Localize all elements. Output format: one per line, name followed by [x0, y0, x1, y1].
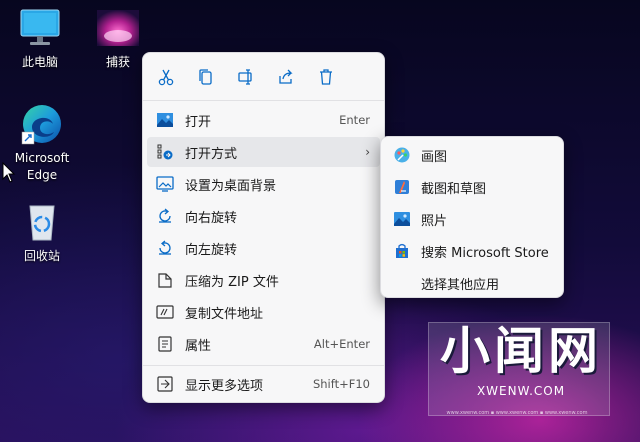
rotate-right-icon: [155, 206, 175, 226]
submenu-item-label: 选择其他应用: [421, 277, 500, 293]
chevron-right-icon: ›: [365, 145, 370, 159]
submenu-item-label: 搜索 Microsoft Store: [421, 245, 549, 261]
monitor-icon: [18, 6, 62, 50]
desktop-icon-capture[interactable]: 捕获: [86, 6, 150, 71]
submenu-item-snip-sketch[interactable]: 截图和草图: [385, 172, 559, 202]
menu-item-shortcut: Alt+Enter: [313, 337, 370, 351]
menu-item-properties[interactable]: 属性 Alt+Enter: [147, 329, 380, 359]
menu-item-label: 显示更多选项: [185, 378, 264, 394]
submenu-item-choose-other-app[interactable]: 选择其他应用: [385, 268, 559, 298]
rename-button[interactable]: [234, 65, 258, 89]
menu-separator: [143, 365, 384, 366]
menu-item-rotate-right[interactable]: 向右旋转: [147, 201, 380, 231]
open-with-icon: [155, 142, 175, 162]
menu-item-copy-path[interactable]: 复制文件地址: [147, 297, 380, 327]
copy-icon: [199, 69, 212, 85]
rename-icon: [238, 69, 252, 85]
copy-path-icon: [155, 302, 175, 322]
submenu-item-paint[interactable]: 画图: [385, 140, 559, 170]
desktop-icon-edge[interactable]: Microsoft Edge: [10, 102, 74, 184]
context-menu-toolbar: [143, 53, 384, 99]
snip-sketch-icon: [395, 180, 409, 194]
submenu-item-label: 照片: [421, 213, 448, 229]
desktop-icon-label: 捕获: [105, 55, 130, 69]
rotate-left-icon: [155, 238, 175, 258]
submenu-item-store[interactable]: 搜索 Microsoft Store: [385, 236, 559, 266]
share-button[interactable]: [274, 65, 298, 89]
watermark-fine-print: www.xwenw.com ▪ www.xwenw.com ▪ www.xwen…: [446, 410, 588, 416]
desktop-icon-label: Microsoft Edge: [14, 151, 70, 182]
edge-icon: [20, 102, 64, 146]
delete-button[interactable]: [314, 65, 338, 89]
menu-item-rotate-left[interactable]: 向左旋转: [147, 233, 380, 263]
menu-item-label: 压缩为 ZIP 文件: [185, 274, 279, 290]
desktop-icon-recycle-bin[interactable]: 回收站: [10, 200, 74, 265]
menu-item-shortcut: Shift+F10: [312, 377, 370, 391]
image-icon: [155, 110, 175, 130]
menu-item-shortcut: Enter: [339, 113, 370, 127]
menu-item-label: 设置为桌面背景: [185, 178, 277, 194]
menu-item-open[interactable]: 打开 Enter: [147, 105, 380, 135]
desktop-icon-label: 此电脑: [21, 55, 58, 69]
properties-icon: [155, 334, 175, 354]
submenu-item-photos[interactable]: 照片: [385, 204, 559, 234]
image-thumbnail-icon: [96, 6, 140, 50]
menu-item-label: 属性: [185, 338, 212, 354]
menu-item-label: 打开: [185, 114, 212, 130]
more-options-icon: [155, 374, 175, 394]
paint-icon: [394, 147, 410, 163]
site-watermark: 小闻网 XWENW.COM www.xwenw.com ▪ www.xwenw.…: [428, 318, 610, 422]
mouse-cursor-icon: [2, 161, 16, 188]
watermark-url: XWENW.COM: [476, 384, 566, 398]
submenu-item-label: 画图: [421, 149, 448, 165]
delete-icon: [320, 69, 332, 85]
open-with-submenu: 画图 截图和草图 照片 搜索 Microsoft Store 选择其他应用: [380, 136, 564, 298]
copy-button[interactable]: [194, 65, 218, 89]
photos-icon: [394, 212, 410, 226]
menu-separator: [143, 100, 384, 101]
menu-item-compress-zip[interactable]: 压缩为 ZIP 文件: [147, 265, 380, 295]
menu-item-label: 向左旋转: [185, 242, 238, 258]
submenu-item-label: 截图和草图: [421, 181, 487, 197]
cut-icon: [158, 69, 174, 86]
menu-item-show-more-options[interactable]: 显示更多选项 Shift+F10: [147, 369, 380, 399]
share-icon: [279, 69, 293, 84]
watermark-title: 小闻网: [440, 322, 602, 380]
menu-item-label: 复制文件地址: [185, 306, 264, 322]
wallpaper-icon: [155, 174, 175, 194]
menu-item-set-wallpaper[interactable]: 设置为桌面背景: [147, 169, 380, 199]
store-icon: [396, 243, 408, 258]
menu-item-label: 打开方式: [185, 146, 238, 162]
zip-icon: [155, 270, 175, 290]
desktop-icon-label: 回收站: [23, 249, 60, 263]
recycle-bin-icon: [20, 200, 64, 244]
context-menu: 打开 Enter 打开方式 › 设置为桌面背景 向右旋转 向左旋转 压缩为 ZI…: [142, 52, 385, 403]
desktop-icon-this-pc[interactable]: 此电脑: [8, 6, 72, 71]
menu-item-label: 向右旋转: [185, 210, 238, 226]
menu-item-open-with[interactable]: 打开方式 ›: [147, 137, 380, 167]
cut-button[interactable]: [154, 65, 178, 89]
